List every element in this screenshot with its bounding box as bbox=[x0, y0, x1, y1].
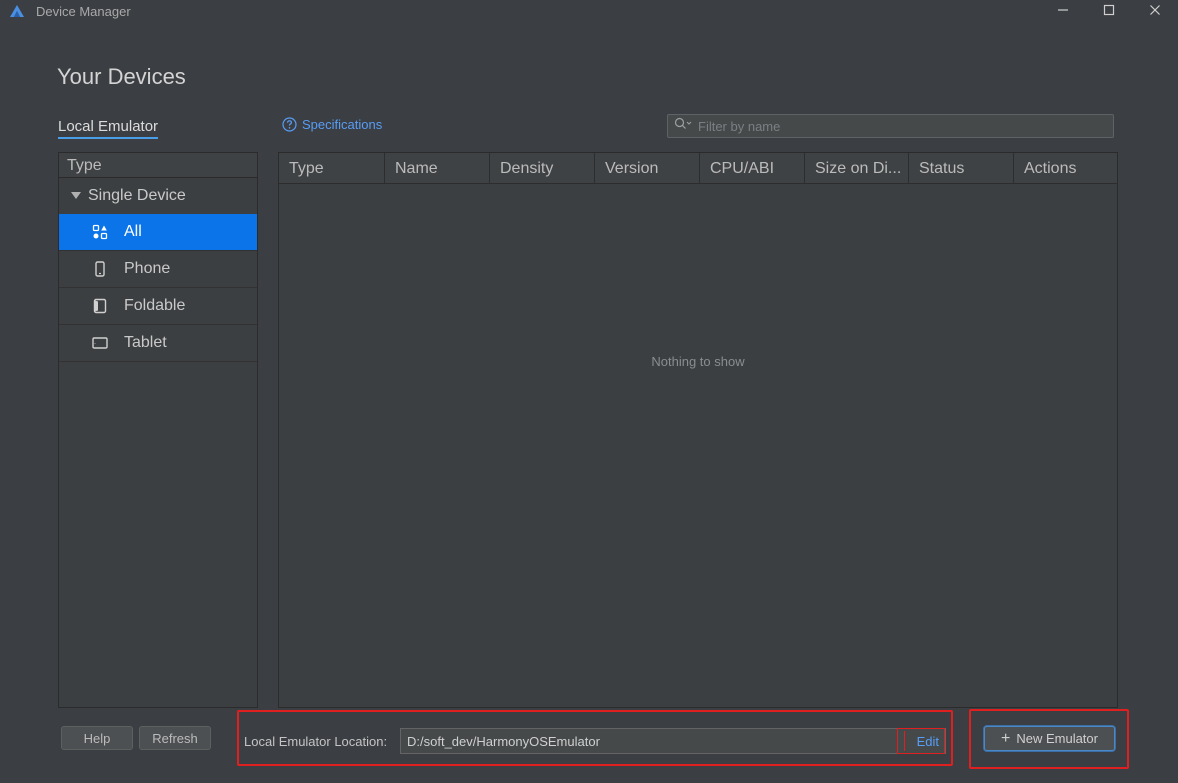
empty-message: Nothing to show bbox=[651, 354, 745, 369]
new-emulator-button[interactable]: + New Emulator bbox=[984, 726, 1115, 751]
location-label: Local Emulator Location: bbox=[244, 734, 388, 749]
devices-table: Type Name Density Version CPU/ABI Size o… bbox=[278, 152, 1118, 708]
column-header-version[interactable]: Version bbox=[595, 153, 700, 184]
group-single-device[interactable]: Single Device bbox=[59, 178, 257, 214]
harmony-logo-icon bbox=[9, 4, 25, 18]
specifications-link[interactable]: Specifications bbox=[282, 117, 382, 132]
filter-input[interactable] bbox=[698, 118, 1098, 134]
type-item-label: Tablet bbox=[124, 334, 167, 351]
type-item-tablet[interactable]: Tablet bbox=[59, 325, 257, 362]
column-header-type[interactable]: Type bbox=[279, 153, 385, 184]
close-button[interactable] bbox=[1132, 0, 1178, 24]
type-item-foldable[interactable]: Foldable bbox=[59, 288, 257, 325]
title-bar: Device Manager bbox=[0, 0, 1178, 24]
window-title: Device Manager bbox=[36, 4, 131, 19]
maximize-icon bbox=[1103, 3, 1115, 21]
new-emulator-label: New Emulator bbox=[1016, 731, 1098, 746]
specifications-label: Specifications bbox=[302, 117, 383, 132]
type-header: Type bbox=[59, 153, 257, 178]
close-icon bbox=[1149, 3, 1161, 21]
type-item-label: Phone bbox=[124, 260, 171, 277]
group-label: Single Device bbox=[88, 186, 186, 204]
help-button[interactable]: Help bbox=[61, 726, 133, 750]
type-item-label: Foldable bbox=[124, 297, 186, 314]
foldable-icon bbox=[88, 298, 112, 314]
type-panel: Type Single Device All Phone Foldable Ta… bbox=[58, 152, 258, 708]
minimize-button[interactable] bbox=[1040, 0, 1086, 24]
column-header-name[interactable]: Name bbox=[385, 153, 490, 184]
column-header-density[interactable]: Density bbox=[490, 153, 595, 184]
plus-icon: + bbox=[1001, 729, 1011, 747]
tab-local-emulator[interactable]: Local Emulator bbox=[58, 118, 159, 139]
location-input[interactable] bbox=[401, 733, 895, 749]
grid-shapes-icon bbox=[88, 224, 112, 240]
minimize-icon bbox=[1057, 3, 1069, 21]
edit-location-button[interactable]: Edit bbox=[897, 728, 945, 754]
search-icon bbox=[668, 117, 692, 135]
column-header-cpu-abi[interactable]: CPU/ABI bbox=[700, 153, 805, 184]
refresh-button[interactable]: Refresh bbox=[139, 726, 211, 750]
maximize-button[interactable] bbox=[1086, 0, 1132, 24]
column-header-size-on-disk[interactable]: Size on Di... bbox=[805, 153, 909, 184]
type-item-phone[interactable]: Phone bbox=[59, 251, 257, 288]
page-title: Your Devices bbox=[57, 64, 186, 89]
type-item-all[interactable]: All bbox=[59, 214, 257, 251]
location-field: Edit bbox=[400, 728, 946, 754]
filter-box[interactable] bbox=[667, 114, 1114, 138]
expand-triangle-icon bbox=[71, 192, 81, 199]
type-item-label: All bbox=[124, 223, 142, 240]
tablet-icon bbox=[88, 335, 112, 351]
column-header-status[interactable]: Status bbox=[909, 153, 1014, 184]
phone-icon bbox=[88, 261, 112, 277]
column-header-actions[interactable]: Actions bbox=[1014, 153, 1117, 184]
table-header: Type Name Density Version CPU/ABI Size o… bbox=[279, 153, 1117, 184]
help-circle-icon bbox=[282, 117, 297, 132]
